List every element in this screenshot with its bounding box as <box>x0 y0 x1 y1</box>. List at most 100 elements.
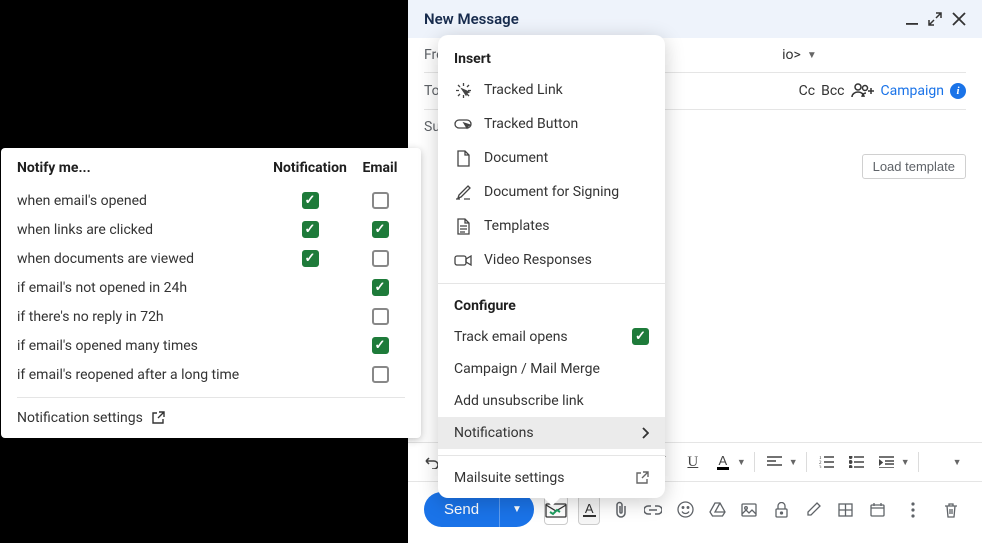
menu-notifications[interactable]: Notifications <box>438 417 665 449</box>
signature-icon <box>454 183 472 201</box>
text-color-icon[interactable]: A <box>711 449 735 475</box>
menu-track-opens[interactable]: Track email opens <box>438 320 665 353</box>
text-format-toggle-icon[interactable]: A <box>578 495 600 525</box>
track-opens-checkbox[interactable] <box>632 328 649 345</box>
underline-icon[interactable]: U <box>681 449 705 475</box>
email-checkbox[interactable] <box>372 366 389 383</box>
email-checkbox[interactable] <box>372 250 389 267</box>
compose-title: New Message <box>424 10 519 28</box>
compose-header-actions <box>906 12 966 26</box>
templates-icon <box>454 217 472 235</box>
menu-item-label: Video Responses <box>484 252 592 268</box>
email-checkbox[interactable] <box>372 337 389 354</box>
menu-video-responses[interactable]: Video Responses <box>438 243 665 277</box>
close-icon[interactable] <box>952 12 966 26</box>
bcc-link[interactable]: Bcc <box>821 83 844 99</box>
email-checkbox[interactable] <box>372 308 389 325</box>
menu-item-label: Templates <box>484 218 550 234</box>
email-checkbox[interactable] <box>372 221 389 238</box>
notify-header-row: Notify me... Notification Email <box>17 160 405 186</box>
menu-tracked-button[interactable]: Tracked Button <box>438 107 665 141</box>
menu-document[interactable]: Document <box>438 141 665 175</box>
menu-tracked-link[interactable]: Tracked Link <box>438 73 665 107</box>
load-template-button[interactable]: Load template <box>862 154 966 179</box>
notify-row: if there's no reply in 72h <box>17 302 405 331</box>
chevron-down-icon[interactable]: ▼ <box>807 50 817 61</box>
attach-icon[interactable] <box>610 495 632 525</box>
notify-row: when links are clicked <box>17 215 405 244</box>
emoji-icon[interactable] <box>674 495 696 525</box>
notification-checkbox[interactable] <box>302 192 319 209</box>
indent-decrease-icon[interactable] <box>875 449 899 475</box>
svg-text:3: 3 <box>819 466 822 468</box>
menu-document-signing[interactable]: Document for Signing <box>438 175 665 209</box>
layout-icon[interactable] <box>834 495 856 525</box>
notify-row: if email's not opened in 24h <box>17 273 405 302</box>
menu-item-label: Add unsubscribe link <box>454 393 584 409</box>
minimize-icon[interactable] <box>906 12 918 26</box>
menu-item-label: Tracked Button <box>484 116 578 132</box>
pen-icon[interactable] <box>802 495 824 525</box>
menu-divider <box>438 455 665 456</box>
notify-row-label: when documents are viewed <box>17 251 265 267</box>
menu-unsubscribe[interactable]: Add unsubscribe link <box>438 385 665 417</box>
menu-item-label: Tracked Link <box>484 82 563 98</box>
more-format-dropdown[interactable] <box>927 449 951 475</box>
menu-mailsuite-settings[interactable]: Mailsuite settings <box>438 462 665 494</box>
info-icon[interactable]: i <box>950 83 966 99</box>
video-icon <box>454 251 472 269</box>
notify-footer-label: Notification settings <box>17 410 143 426</box>
compose-header: New Message <box>408 0 982 38</box>
notify-row: when email's opened <box>17 186 405 215</box>
insert-section-header: Insert <box>438 43 665 73</box>
document-icon <box>454 149 472 167</box>
bulleted-list-icon[interactable] <box>845 449 869 475</box>
insert-configure-menu: Insert Tracked Link Tracked Button Docum… <box>438 35 665 498</box>
menu-item-label: Notifications <box>454 425 534 441</box>
chevron-down-icon[interactable]: ▼ <box>953 457 962 468</box>
menu-item-label: Track email opens <box>454 329 568 345</box>
notify-header-notification: Notification <box>265 160 355 176</box>
notification-checkbox[interactable] <box>302 250 319 267</box>
image-icon[interactable] <box>738 495 760 525</box>
chevron-down-icon[interactable]: ▼ <box>789 457 798 468</box>
menu-templates[interactable]: Templates <box>438 209 665 243</box>
drive-icon[interactable] <box>706 495 728 525</box>
notify-row-label: if email's reopened after a long time <box>17 367 265 383</box>
email-checkbox[interactable] <box>372 279 389 296</box>
notification-settings-panel: Notify me... Notification Email when ema… <box>1 148 421 438</box>
cc-link[interactable]: Cc <box>799 83 815 99</box>
chevron-down-icon[interactable]: ▼ <box>901 457 910 468</box>
notification-settings-link[interactable]: Notification settings <box>17 406 405 426</box>
menu-item-label: Mailsuite settings <box>454 470 565 486</box>
notify-row-label: if email's not opened in 24h <box>17 280 265 296</box>
notify-header-email: Email <box>355 160 405 176</box>
menu-item-label: Document for Signing <box>484 184 619 200</box>
menu-campaign-merge[interactable]: Campaign / Mail Merge <box>438 353 665 385</box>
notification-checkbox[interactable] <box>302 221 319 238</box>
button-icon <box>454 115 472 133</box>
notify-divider <box>17 397 405 398</box>
notify-row-label: when links are clicked <box>17 222 265 238</box>
external-link-icon <box>151 411 165 425</box>
notify-row: if email's reopened after a long time <box>17 360 405 389</box>
menu-divider <box>438 283 665 284</box>
menu-item-label: Campaign / Mail Merge <box>454 361 600 377</box>
cursor-link-icon <box>454 81 472 99</box>
from-value: io> <box>782 47 801 63</box>
lock-icon[interactable] <box>770 495 792 525</box>
chevron-down-icon[interactable]: ▼ <box>737 457 746 468</box>
notify-row: if email's opened many times <box>17 331 405 360</box>
expand-icon[interactable] <box>928 12 942 26</box>
align-icon[interactable] <box>763 449 787 475</box>
link-icon[interactable] <box>642 495 664 525</box>
numbered-list-icon[interactable]: 123 <box>815 449 839 475</box>
more-icon[interactable] <box>898 495 928 525</box>
notify-row-label: when email's opened <box>17 193 265 209</box>
email-checkbox[interactable] <box>372 192 389 209</box>
contacts-picker-icon[interactable] <box>851 82 875 100</box>
campaign-link[interactable]: Campaign <box>881 83 944 99</box>
calendar-icon[interactable] <box>866 495 888 525</box>
chevron-right-icon <box>641 427 649 439</box>
trash-icon[interactable] <box>936 495 966 525</box>
